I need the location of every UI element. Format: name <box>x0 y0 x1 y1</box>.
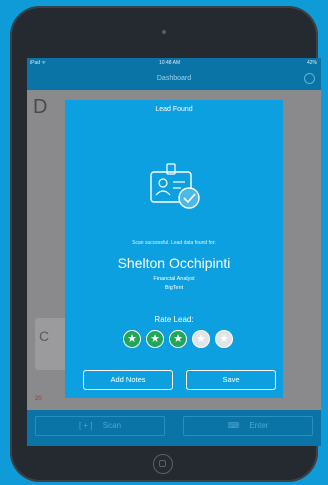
star-icon[interactable]: ★ <box>123 330 141 348</box>
save-button[interactable]: Save <box>186 370 276 390</box>
ipad-frame: iPad ᯤ 10:48 AM 42% Dashboard D C 20 [ +… <box>10 6 321 482</box>
bottom-bar: [ + ] Scan ⌨ Enter <box>27 410 321 446</box>
scan-label: Scan <box>102 421 122 430</box>
rate-lead-label: Rate Lead: <box>154 315 194 324</box>
modal-title: Lead Found <box>155 106 193 113</box>
battery-status: 42% <box>306 60 317 66</box>
star-icon[interactable]: ★ <box>215 330 233 348</box>
lead-name: Shelton Occhipinti <box>117 255 231 271</box>
enter-label: Enter <box>249 421 269 430</box>
home-button[interactable] <box>153 454 173 474</box>
status-bar: iPad ᯤ 10:48 AM 42% <box>27 58 321 68</box>
nav-bar: Dashboard <box>27 68 321 90</box>
star-icon[interactable]: ★ <box>169 330 187 348</box>
dashboard-heading: D <box>33 96 48 118</box>
scan-icon: [ + ] <box>78 421 93 430</box>
lead-found-modal: Lead Found Scan successful. Lead data fo… <box>65 100 283 398</box>
scan-button[interactable]: [ + ] Scan <box>35 416 165 436</box>
star-rating: ★ ★ ★ ★ ★ <box>123 330 233 350</box>
lead-job-title: Financial Analyst <box>153 276 195 282</box>
lead-company: BigTent <box>164 285 184 291</box>
keyboard-icon: ⌨ <box>227 421 240 430</box>
add-notes-button[interactable]: Add Notes <box>83 370 173 390</box>
enter-button[interactable]: ⌨ Enter <box>183 416 313 436</box>
gear-icon[interactable] <box>304 73 315 84</box>
scan-status-text: Scan successful. Lead data found for: <box>132 240 216 246</box>
background-number: 20 <box>35 396 42 402</box>
status-time: 10:48 AM <box>159 60 181 66</box>
app-screen: iPad ᯤ 10:48 AM 42% Dashboard D C 20 [ +… <box>27 58 321 446</box>
nav-title: Dashboard <box>156 75 192 82</box>
badge-check-icon <box>150 163 200 209</box>
star-icon[interactable]: ★ <box>192 330 210 348</box>
background-card-letter: C <box>39 328 50 344</box>
device-label: iPad ᯤ <box>30 60 46 66</box>
star-icon[interactable]: ★ <box>146 330 164 348</box>
camera-icon <box>162 30 166 34</box>
